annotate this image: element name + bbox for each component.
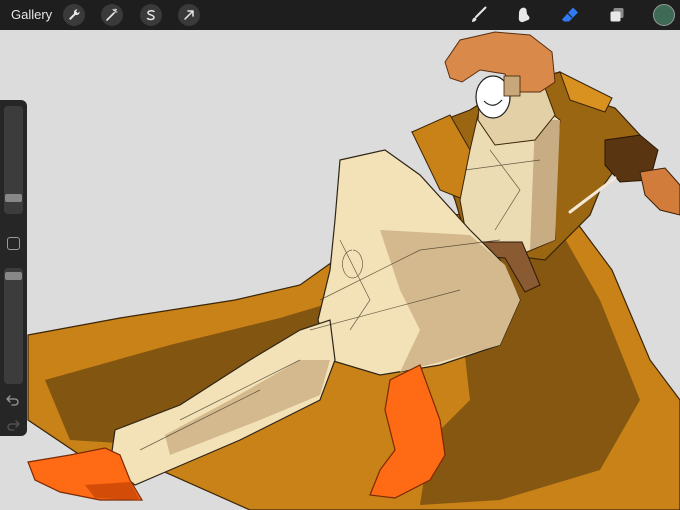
brush-icon (472, 6, 487, 22)
undo-button[interactable] (5, 393, 21, 407)
color-swatch[interactable] (653, 4, 675, 26)
transform-button[interactable] (178, 4, 200, 26)
undo-icon (6, 395, 19, 406)
neck (503, 75, 521, 97)
modify-button[interactable] (7, 237, 20, 250)
eraser-icon (562, 7, 578, 22)
top-toolbar: Gallery (0, 0, 680, 30)
brush-size-slider[interactable] (4, 106, 23, 214)
layers-button[interactable] (606, 4, 628, 26)
left-sidebar (0, 100, 27, 436)
magic-wand-icon (106, 8, 118, 21)
wrench-icon (69, 9, 80, 20)
transform-arrow-icon (184, 10, 194, 20)
adjustments-button[interactable] (101, 4, 123, 26)
layers-icon (610, 8, 624, 22)
actions-button[interactable] (63, 4, 85, 26)
opacity-slider[interactable] (4, 268, 23, 384)
opacity-thumb[interactable] (5, 272, 22, 280)
smudge-button[interactable] (513, 4, 535, 26)
brush-button[interactable] (468, 4, 490, 26)
selection-s-icon (146, 10, 155, 21)
redo-button[interactable] (5, 418, 21, 432)
redo-icon (7, 420, 20, 431)
drawing-canvas[interactable] (0, 30, 680, 510)
selection-button[interactable] (140, 4, 162, 26)
gallery-button[interactable]: Gallery (11, 6, 52, 24)
smudge-icon (518, 7, 530, 23)
artwork (0, 30, 680, 510)
brush-size-thumb[interactable] (5, 194, 22, 202)
eraser-button[interactable] (559, 4, 581, 26)
